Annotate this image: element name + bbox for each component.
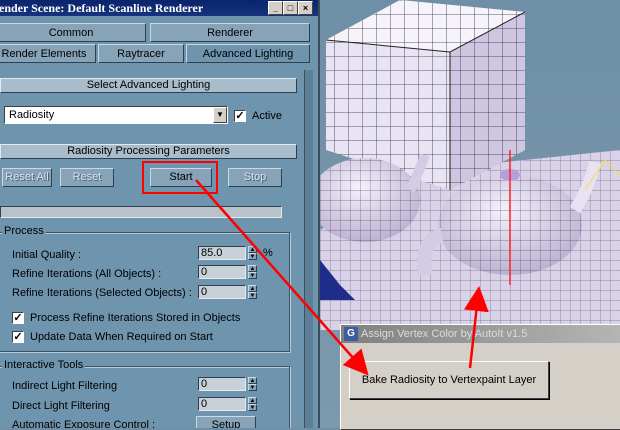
annotation-arrows <box>195 179 489 376</box>
arrow-bake-to-scene <box>463 286 489 369</box>
arrow-start-to-bake <box>195 179 369 376</box>
